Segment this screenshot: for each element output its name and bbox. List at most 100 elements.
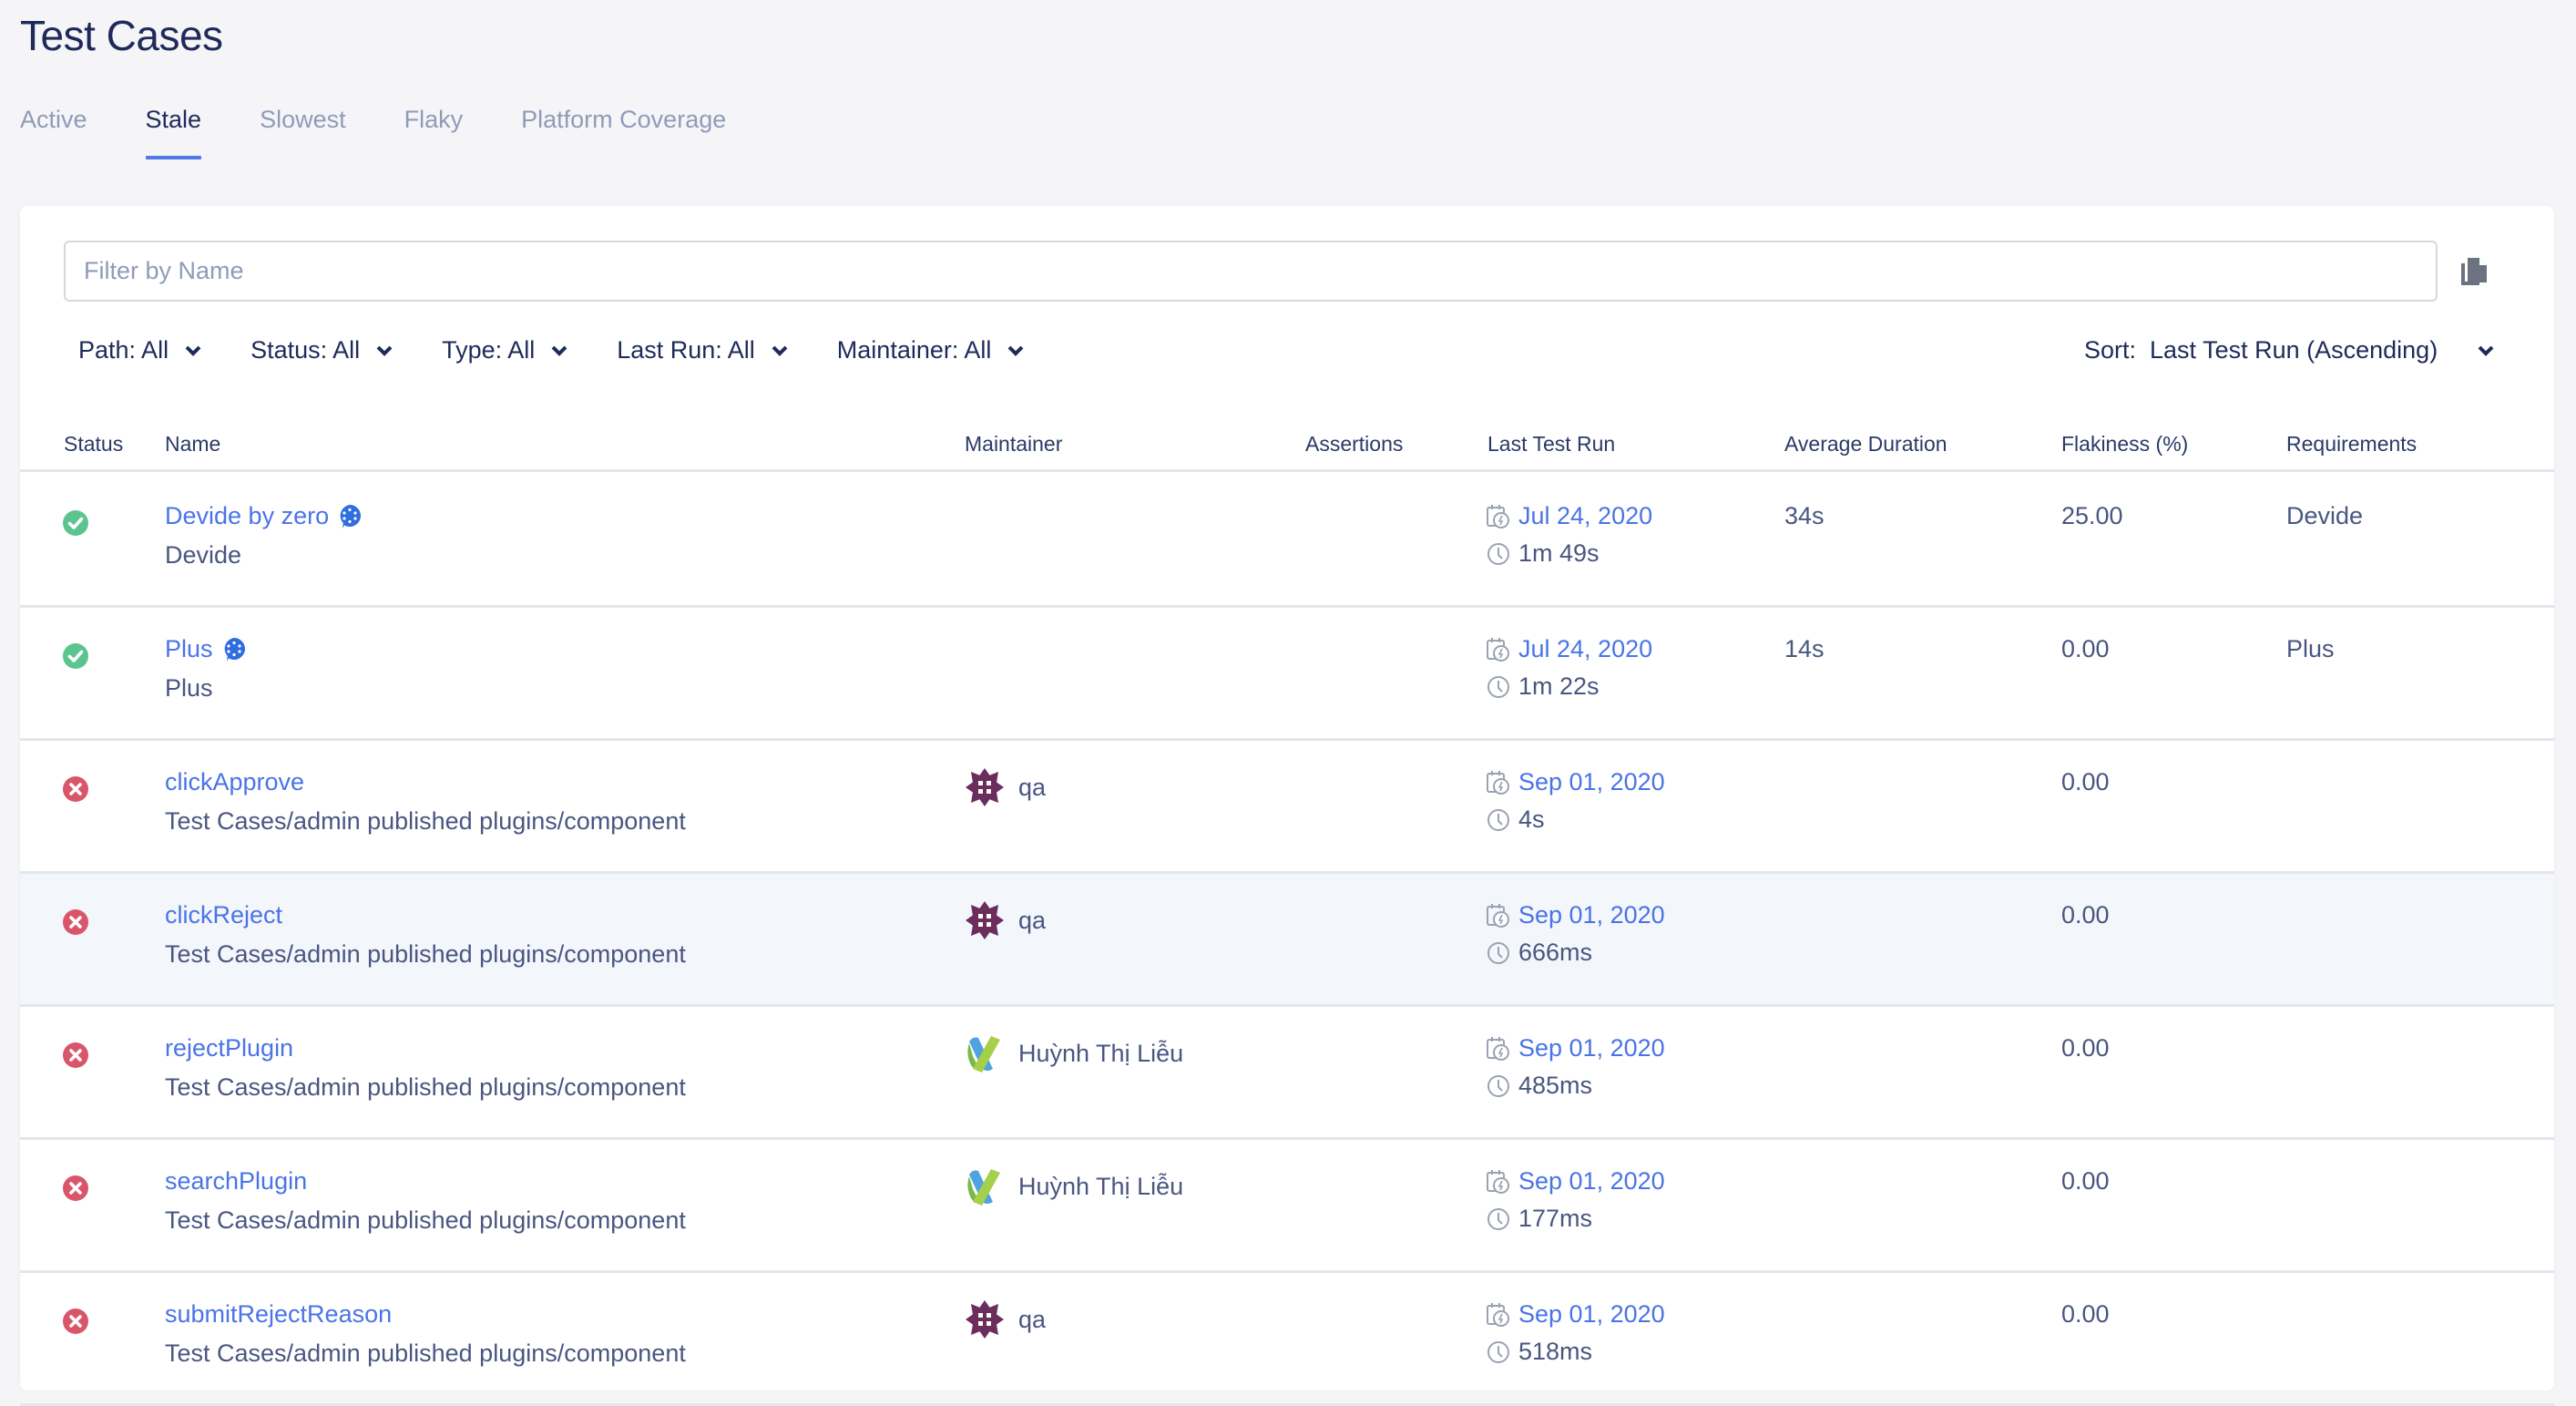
table-row[interactable]: searchPlugin Test Cases/admin published …	[20, 1140, 2554, 1273]
maintainer-name: Huỳnh Thị Liễu	[1018, 1039, 1184, 1067]
last-test-run: Sep 01, 2020 4s	[1486, 768, 1665, 834]
table-row[interactable]: Devide by zero Devide Jul 24, 2020 1m 49…	[20, 475, 2554, 608]
calendar-clock-icon	[1487, 903, 1509, 928]
last-run-filter-dropdown[interactable]: Last Run: All	[617, 336, 788, 364]
flakiness-value: 0.00	[2061, 635, 2110, 662]
filter-bar: Path: All Status: All Type: All Last Run…	[78, 336, 1073, 364]
last-run-date: Sep 01, 2020	[1518, 1034, 1665, 1062]
last-run-date-link[interactable]: Sep 01, 2020	[1486, 1300, 1665, 1329]
table-row[interactable]: submitRejectReason Test Cases/admin publ…	[20, 1273, 2554, 1406]
test-name-link[interactable]: clickReject	[165, 901, 282, 929]
last-run-duration-value: 4s	[1518, 806, 1545, 833]
last-run-duration-value: 1m 49s	[1518, 539, 1600, 567]
calendar-clock-icon	[1487, 504, 1509, 529]
last-run-duration: 485ms	[1486, 1072, 1665, 1100]
maintainer-filter-dropdown[interactable]: Maintainer: All	[837, 336, 1025, 364]
last-run-date: Sep 01, 2020	[1518, 901, 1665, 929]
requirements-value[interactable]: Devide	[2286, 502, 2363, 530]
tab-flaky[interactable]: Flaky	[404, 106, 464, 159]
test-name-link[interactable]: submitRejectReason	[165, 1300, 392, 1329]
last-run-date-link[interactable]: Sep 01, 2020	[1486, 768, 1665, 796]
last-run-date-link[interactable]: Sep 01, 2020	[1486, 901, 1665, 929]
status-filter-dropdown[interactable]: Status: All	[250, 336, 393, 364]
avatar-logo	[964, 1165, 1006, 1207]
test-name-link[interactable]: searchPlugin	[165, 1167, 307, 1196]
avatar-identicon	[964, 766, 1006, 808]
column-header-last-test-run[interactable]: Last Test Run	[1487, 432, 1615, 457]
sort-dropdown[interactable]: Sort: Last Test Run (Ascending)	[2084, 336, 2494, 364]
last-run-date-link[interactable]: Jul 24, 2020	[1486, 502, 1652, 530]
column-header-assertions[interactable]: Assertions	[1305, 432, 1403, 457]
test-cases-card: Path: All Status: All Type: All Last Run…	[20, 206, 2554, 1406]
column-header-flakiness[interactable]: Flakiness (%)	[2061, 432, 2188, 457]
chevron-down-icon	[185, 345, 201, 356]
avatar-identicon	[964, 899, 1006, 941]
clock-icon	[1487, 675, 1509, 698]
last-run-date-link[interactable]: Sep 01, 2020	[1486, 1167, 1665, 1196]
last-run-date-link[interactable]: Sep 01, 2020	[1486, 1034, 1665, 1062]
last-run-duration: 666ms	[1486, 939, 1665, 967]
tab-stale[interactable]: Stale	[145, 106, 201, 159]
last-run-duration: 4s	[1486, 806, 1665, 834]
test-name: Plus	[165, 635, 213, 662]
average-duration-value: 14s	[1784, 635, 1825, 662]
maintainer: qa	[964, 766, 1046, 808]
copy-button[interactable]	[2458, 255, 2490, 288]
last-test-run: Jul 24, 2020 1m 22s	[1486, 635, 1652, 701]
test-name-link[interactable]: rejectPlugin	[165, 1034, 293, 1062]
status-failed-icon	[62, 908, 89, 936]
tab-active[interactable]: Active	[20, 106, 87, 159]
status-failed-icon	[62, 1042, 89, 1069]
average-duration-value: 34s	[1784, 502, 1825, 529]
avatar-logo	[964, 1032, 1006, 1074]
flakiness-value: 0.00	[2061, 1034, 2110, 1062]
last-run-duration: 1m 22s	[1486, 672, 1652, 701]
column-header-requirements[interactable]: Requirements	[2286, 432, 2417, 457]
column-header-name[interactable]: Name	[165, 432, 220, 457]
last-run-duration-value: 485ms	[1518, 1072, 1593, 1099]
column-header-average-duration[interactable]: Average Duration	[1784, 432, 1947, 457]
test-name-link[interactable]: clickApprove	[165, 768, 304, 796]
test-path: Test Cases/admin published plugins/compo…	[165, 1206, 686, 1234]
test-name-link[interactable]: Plus	[165, 635, 246, 663]
chevron-down-icon	[1007, 345, 1024, 356]
flakiness-value: 0.00	[2061, 1300, 2110, 1328]
requirements-value[interactable]: Plus	[2286, 635, 2335, 663]
copy-documents-icon	[2461, 258, 2487, 285]
last-test-run: Sep 01, 2020 177ms	[1486, 1167, 1665, 1233]
maintainer: Huỳnh Thị Liễu	[964, 1165, 1183, 1207]
column-header-status[interactable]: Status	[64, 432, 123, 457]
table-row[interactable]: rejectPlugin Test Cases/admin published …	[20, 1007, 2554, 1140]
calendar-clock-icon	[1487, 770, 1509, 795]
type-filter-dropdown[interactable]: Type: All	[442, 336, 567, 364]
tab-platform-coverage[interactable]: Platform Coverage	[521, 106, 726, 159]
test-name: searchPlugin	[165, 1167, 308, 1195]
last-run-date: Jul 24, 2020	[1518, 635, 1653, 662]
tab-bar: Active Stale Slowest Flaky Platform Cove…	[20, 106, 784, 159]
clock-icon	[1487, 1207, 1509, 1230]
table-row[interactable]: clickApprove Test Cases/admin published …	[20, 741, 2554, 874]
maintainer-name: qa	[1018, 773, 1047, 801]
chevron-down-icon	[551, 345, 567, 356]
test-path: Test Cases/admin published plugins/compo…	[165, 1339, 686, 1367]
tab-slowest[interactable]: Slowest	[260, 106, 346, 159]
last-run-date-link[interactable]: Jul 24, 2020	[1486, 635, 1652, 663]
test-name: clickApprove	[165, 768, 305, 795]
test-path: Test Cases/admin published plugins/compo…	[165, 940, 686, 968]
test-name: rejectPlugin	[165, 1034, 294, 1062]
column-header-maintainer[interactable]: Maintainer	[965, 432, 1062, 457]
test-name-link[interactable]: Devide by zero	[165, 502, 362, 530]
test-path: Test Cases/admin published plugins/compo…	[165, 807, 686, 835]
table-row[interactable]: Plus Plus Jul 24, 2020 1m 22s 14s 0.00 P…	[20, 608, 2554, 741]
table-row[interactable]: clickReject Test Cases/admin published p…	[20, 874, 2554, 1007]
clock-icon	[1487, 941, 1509, 964]
path-filter-dropdown[interactable]: Path: All	[78, 336, 201, 364]
test-path: Test Cases/admin published plugins/compo…	[165, 1073, 686, 1101]
maintainer-name: Huỳnh Thị Liễu	[1018, 1172, 1184, 1200]
last-run-duration-value: 1m 22s	[1518, 672, 1600, 700]
filter-by-name-input[interactable]	[64, 241, 2438, 302]
last-test-run: Sep 01, 2020 518ms	[1486, 1300, 1665, 1366]
test-name: submitRejectReason	[165, 1300, 393, 1328]
flakiness-value: 0.00	[2061, 1167, 2110, 1195]
clock-icon	[1487, 542, 1509, 565]
